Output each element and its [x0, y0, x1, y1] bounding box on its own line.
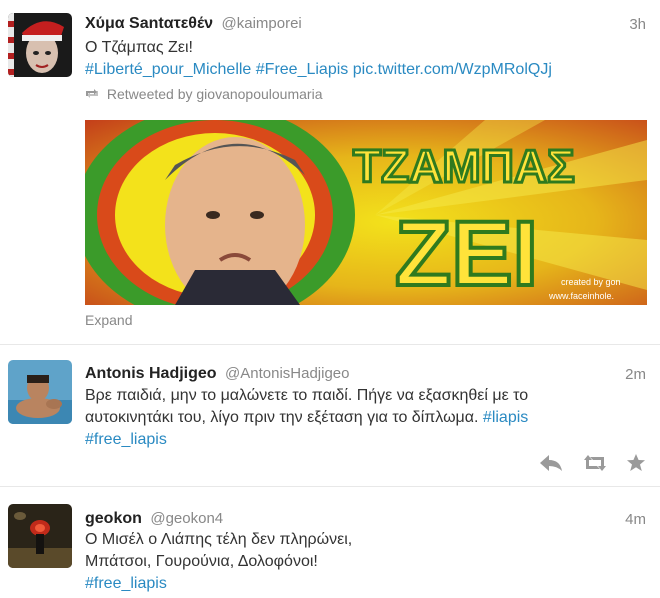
tweet-photo: ΤΖΑΜΠΑΣ ΖΕΙ created by gon www.faceinhol… [85, 120, 647, 305]
tweet-2[interactable]: Antonis Hadjigeo @AntonisHadjigeo 2m Βρε… [0, 345, 660, 487]
pic-link[interactable]: pic.twitter.com/WzpMRolQJj [353, 61, 552, 78]
retweet-icon[interactable] [582, 454, 608, 472]
hashtag-link[interactable]: #free_liapis [85, 575, 167, 592]
reply-icon[interactable] [539, 454, 563, 472]
tweet-line: #free_liapis [85, 429, 650, 451]
username[interactable]: @kaimporei [222, 15, 302, 32]
hashtag-link[interactable]: #Liberté_pour_Michelle [85, 61, 251, 78]
expand-link[interactable]: Expand [85, 312, 132, 328]
tweet-header: Antonis Hadjigeo @AntonisHadjigeo 2m [85, 365, 652, 385]
favorite-icon[interactable] [626, 453, 646, 472]
dark-photo-avatar-icon [8, 504, 72, 568]
media-word2: ΖΕΙ [395, 203, 538, 305]
tweet-header: geokon @geokon4 4m [85, 510, 652, 530]
hashtag-link[interactable]: #free_liapis [85, 431, 167, 448]
tweet-actions [525, 453, 646, 477]
fullname[interactable]: geokon [85, 510, 142, 527]
tweet-3[interactable]: geokon @geokon4 4m Ο Μισέλ ο Λιάπης τέλη… [0, 487, 660, 598]
retweeted-by-text[interactable]: Retweeted by giovanopouloumaria [107, 86, 323, 102]
media-credit: created by gon [561, 277, 621, 287]
tweet-image[interactable]: ΤΖΑΜΠΑΣ ΖΕΙ created by gon www.faceinhol… [85, 120, 647, 305]
man-in-water-avatar-icon [8, 360, 72, 424]
avatar[interactable] [8, 504, 72, 568]
hashtag-link[interactable]: #Free_Liapis [256, 61, 349, 78]
media-word1: ΤΖΑΜΠΑΣ [353, 140, 575, 192]
tweet-line-text: αυτοκινητάκι του, λίγο πριν την εξέταση … [85, 409, 479, 426]
fullname[interactable]: Antonis Hadjigeo [85, 365, 217, 382]
timestamp[interactable]: 4m [625, 511, 646, 528]
tweet-line: #free_liapis [85, 573, 650, 595]
username[interactable]: @AntonisHadjigeo [225, 365, 349, 382]
santa-hat-woman-avatar-icon [8, 13, 72, 77]
tweet-text: Ο Μισέλ ο Λιάπης τέλη δεν πληρώνει, Μπάτ… [85, 529, 650, 595]
timestamp[interactable]: 2m [625, 366, 646, 383]
avatar[interactable] [8, 13, 72, 77]
hashtag-link[interactable]: #liapis [483, 409, 528, 426]
timestamp[interactable]: 3h [629, 16, 646, 33]
tweet-line: Ο Μισέλ ο Λιάπης τέλη δεν πληρώνει, [85, 531, 353, 548]
username[interactable]: @geokon4 [150, 510, 223, 527]
tweet-text: Ο Τζάμπας Ζει! #Liberté_pour_Michelle #F… [85, 37, 650, 81]
retweeted-by: Retweeted by giovanopouloumaria [85, 86, 322, 102]
tweet-1[interactable]: Χύμα Santατεθέν @kaimporei 3h Ο Τζάμπας … [0, 0, 660, 345]
avatar[interactable] [8, 360, 72, 424]
tweet-line: Βρε παιδιά, μην το μαλώνετε το παιδί. Πή… [85, 387, 529, 404]
tweet-line: Μπάτσοι, Γουρούνια, Δολοφόνοι! [85, 553, 318, 570]
tweet-line: #Liberté_pour_Michelle #Free_Liapis pic.… [85, 59, 650, 81]
tweet-header: Χύμα Santατεθέν @kaimporei 3h [85, 15, 652, 35]
retweet-icon [85, 86, 103, 102]
tweet-text: Βρε παιδιά, μην το μαλώνετε το παιδί. Πή… [85, 385, 650, 451]
media-credit: www.faceinhole. [548, 291, 614, 301]
tweet-line: Ο Τζάμπας Ζει! [85, 39, 193, 56]
fullname[interactable]: Χύμα Santατεθέν [85, 15, 213, 32]
tweet-line: αυτοκινητάκι του, λίγο πριν την εξέταση … [85, 407, 650, 429]
